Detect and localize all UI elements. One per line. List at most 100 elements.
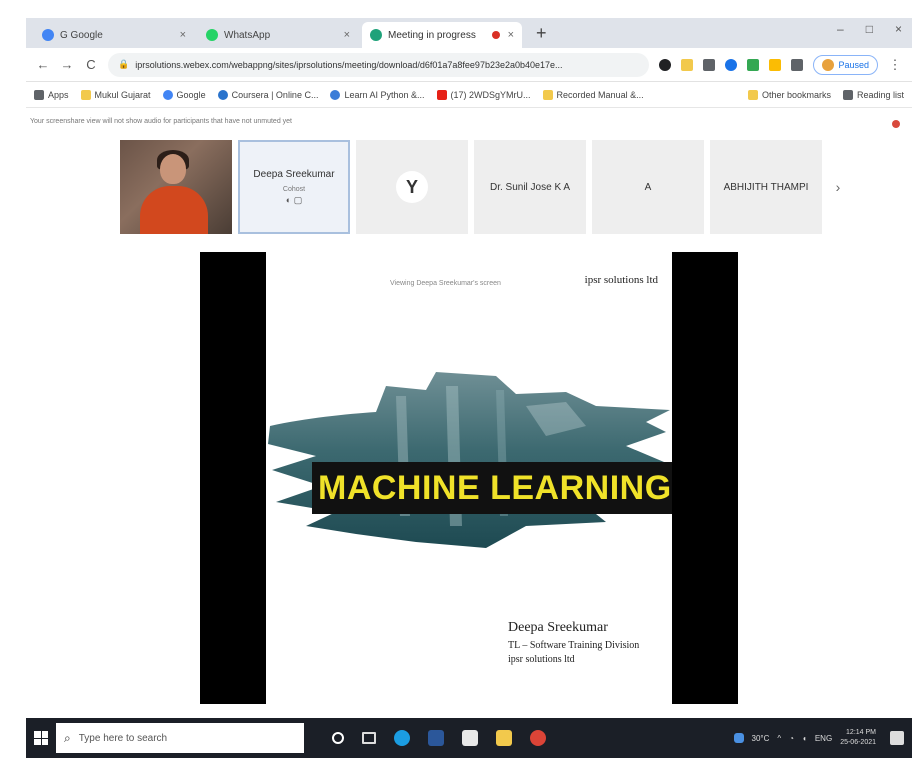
participant-logo-icon: Y [396,171,428,203]
recording-indicator-icon [491,31,500,39]
reload-button[interactable]: C [84,57,98,72]
maximize-button[interactable]: □ [866,22,873,36]
clock-date: 25-06-2021 [840,739,876,746]
participant-role: Cohost [282,185,306,193]
participant-tile-a[interactable]: A [592,140,704,234]
bookmark-apps[interactable]: Apps [34,89,69,100]
bookmark-label: Learn AI Python &... [344,89,425,100]
extension-blue-icon[interactable] [725,58,738,71]
presenter-role: TL – Software Training Division [508,640,640,651]
apps-grid-icon [34,89,44,100]
bookmark-label: Google [176,89,206,100]
bookmark-label: Other bookmarks [761,89,831,100]
windows-taskbar: ⌕ Type here to search 30°C ^ ◔ ◖ ENG 12:… [26,718,912,758]
bookmarks-right: Other bookmarks Reading list [747,89,904,100]
taskbar-search-input[interactable]: ⌕ Type here to search [56,723,304,753]
puzzle-icon[interactable] [791,58,804,71]
profile-button[interactable]: Paused [813,54,878,75]
site-icon [330,89,341,100]
participant-name: Deepa Sreekumar [253,168,335,180]
tab-close-icon[interactable]: × [344,29,350,41]
youtube-icon [436,89,447,100]
participant-video-tile[interactable] [120,140,232,234]
extension-bulb-icon[interactable] [769,58,782,71]
participant-name: A [644,181,652,193]
chrome-icon[interactable] [530,730,546,746]
tray-chevron-icon[interactable]: ^ [777,734,781,743]
system-tray: 30°C ^ ◔ ◖ ENG 12:14 PM 25-06-2021 [733,728,904,748]
back-button[interactable]: ← [36,57,50,72]
participant-tile-deepa[interactable]: Deepa Sreekumar Cohost ◐ ▢ [238,140,350,234]
new-tab-button[interactable]: + [526,23,557,48]
taskbar-clock[interactable]: 12:14 PM 25-06-2021 [840,728,876,748]
windows-start-icon[interactable] [34,731,48,745]
star-icon[interactable] [681,58,694,71]
close-window-button[interactable]: × [895,22,902,36]
notification-icon[interactable] [890,731,904,745]
tab-close-icon[interactable]: × [180,29,186,41]
video-person-body [140,186,208,234]
bookmark-item[interactable]: Learn AI Python &... [330,89,425,100]
address-bar-row: ← → C 🔒 iprsolutions.webex.com/webappng/… [26,48,912,82]
bookmark-label: Reading list [856,89,904,100]
clock-time: 12:14 PM [846,729,876,736]
menu-kebab-icon[interactable]: ⋮ [888,57,902,73]
weather-icon[interactable] [733,733,744,743]
participant-name: ABHIJITH THAMPI [723,181,809,193]
presenter-org: ipsr solutions ltd [508,654,575,665]
participant-tile-logo[interactable]: Y [356,140,468,234]
bookmark-item[interactable]: Recorded Manual &... [542,89,644,100]
info-notice: Your screenshare view will not show audi… [30,118,293,125]
tab-strip: G Google × WhatsApp × Meeting in progres… [26,18,912,48]
tab-meeting[interactable]: Meeting in progress × [362,22,522,48]
edge-icon[interactable] [394,730,410,746]
extension-icon[interactable] [703,58,716,71]
camera-ext-icon[interactable] [659,58,672,71]
alert-dot-icon[interactable] [892,120,900,128]
brush-stroke-graphic [268,372,670,548]
whatsapp-favicon-icon [206,29,218,41]
shared-screen[interactable]: Viewing Deepa Sreekumar's screen ipsr so… [200,252,738,704]
weather-text: 30°C [751,733,770,743]
cortana-icon[interactable] [332,732,344,744]
tab-whatsapp[interactable]: WhatsApp × [198,22,358,48]
bookmark-label: Coursera | Online C... [231,89,319,100]
file-explorer-icon[interactable] [496,730,512,746]
bookmark-item[interactable]: Mukul Gujarat [80,89,151,100]
participant-tile-abhijith[interactable]: ABHIJITH THAMPI [710,140,822,234]
url-input[interactable]: 🔒 iprsolutions.webex.com/webappng/sites/… [108,52,650,77]
store-icon[interactable] [462,730,478,746]
viewing-label: Viewing Deepa Sreekumar's screen [390,280,501,287]
participant-tile-sunil[interactable]: Dr. Sunil Jose K A [474,140,586,234]
participant-strip: Deepa Sreekumar Cohost ◐ ▢ Y Dr. Sunil J… [120,140,848,234]
extension-check-icon[interactable] [747,58,760,71]
url-text: iprsolutions.webex.com/webappng/sites/ip… [135,59,563,70]
slide-brand: ipsr solutions ltd [584,274,658,286]
participant-name: Dr. Sunil Jose K A [489,181,571,193]
bookmark-other[interactable]: Other bookmarks [747,89,831,100]
bookmark-item[interactable]: Coursera | Online C... [217,89,319,100]
bookmark-item[interactable]: Google [162,89,206,100]
word-icon[interactable] [428,730,444,746]
video-person-head [160,154,186,184]
folder-icon [747,89,758,100]
bookmark-reading-list[interactable]: Reading list [842,89,904,100]
bookmark-label: (17) 2WDSgYMrU... [450,89,531,100]
tray-volume-icon[interactable]: ◖ [802,734,807,743]
tray-network-icon[interactable]: ◔ [789,734,794,743]
presenter-block: Deepa Sreekumar TL – Software Training D… [508,620,639,665]
screen: G Google × WhatsApp × Meeting in progres… [0,0,912,758]
reading-list-icon [842,89,853,100]
bookmark-item[interactable]: (17) 2WDSgYMrU... [436,89,531,100]
task-view-icon[interactable] [362,732,376,744]
tab-label: WhatsApp [224,29,271,41]
avatar [822,58,835,71]
minimize-button[interactable]: – [837,22,844,36]
tray-lang[interactable]: ENG [815,734,832,743]
slide-title: MACHINE LEARNING [312,462,672,514]
tab-google[interactable]: G Google × [34,22,194,48]
tab-close-icon[interactable]: × [508,29,514,41]
strip-next-button[interactable]: › [828,140,848,234]
forward-button[interactable]: → [60,57,74,72]
tab-label: G Google [60,29,103,41]
